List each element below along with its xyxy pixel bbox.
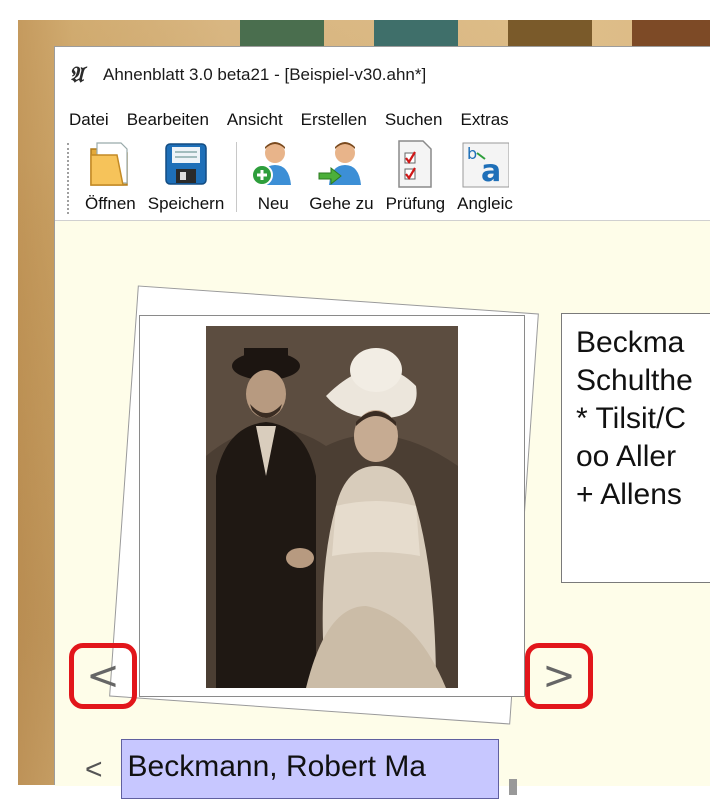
menu-bearbeiten[interactable]: Bearbeiten bbox=[127, 110, 209, 130]
previous-person-button[interactable]: < bbox=[85, 753, 103, 787]
person-photo bbox=[206, 326, 458, 688]
decorative-band bbox=[632, 20, 710, 46]
svg-text:a: a bbox=[481, 154, 501, 189]
photo-frame[interactable] bbox=[139, 315, 525, 697]
toolbar-grip[interactable] bbox=[67, 143, 70, 214]
app-window: 𝔄 Ahnenblatt 3.0 beta21 - [Beispiel-v30.… bbox=[54, 46, 710, 799]
info-line-marriage: oo Aller bbox=[576, 440, 677, 473]
window-title: Ahnenblatt 3.0 beta21 - [Beispiel-v30.ah… bbox=[103, 65, 427, 84]
decorative-band bbox=[240, 20, 324, 46]
goto-person-icon bbox=[317, 138, 365, 190]
menu-suchen[interactable]: Suchen bbox=[385, 110, 443, 130]
decorative-band bbox=[374, 20, 458, 46]
menu-ansicht[interactable]: Ansicht bbox=[227, 110, 283, 130]
new-person-button[interactable]: Neu bbox=[243, 136, 303, 220]
person-info-box[interactable]: Beckma Schulthe * Tilsit/C oo Aller + Al… bbox=[561, 313, 710, 583]
open-button-label: Öffnen bbox=[85, 194, 136, 213]
replace-button[interactable]: b a Angleic bbox=[451, 136, 513, 220]
check-button-label: Prüfung bbox=[385, 194, 446, 213]
svg-text:b: b bbox=[467, 144, 477, 163]
menu-erstellen[interactable]: Erstellen bbox=[301, 110, 367, 130]
app-logo-icon: 𝔄 bbox=[69, 62, 84, 88]
info-line-occupation: Schulthe bbox=[576, 364, 693, 397]
add-person-icon bbox=[249, 138, 297, 190]
floppy-disk-icon bbox=[162, 138, 210, 190]
person-selector: < Beckmann, Robert Ma bbox=[85, 739, 517, 799]
toolbar-separator bbox=[236, 142, 238, 212]
decorative-band bbox=[508, 20, 592, 46]
save-button-label: Speichern bbox=[147, 194, 225, 213]
goto-button[interactable]: Gehe zu bbox=[303, 136, 379, 220]
goto-button-label: Gehe zu bbox=[309, 194, 374, 213]
next-photo-button[interactable]: > bbox=[525, 643, 593, 709]
open-button[interactable]: Öffnen bbox=[79, 136, 142, 220]
previous-photo-button[interactable]: < bbox=[69, 643, 137, 709]
toolbar: Öffnen Speichern Neu Gehe zu Prüfung b a… bbox=[55, 137, 710, 221]
menu-bar: Datei Bearbeiten Ansicht Erstellen Suche… bbox=[55, 103, 710, 137]
content-area: Beckma Schulthe * Tilsit/C oo Aller + Al… bbox=[55, 221, 710, 799]
check-button[interactable]: Prüfung bbox=[380, 136, 452, 220]
info-line-birth: * Tilsit/C bbox=[576, 402, 687, 435]
title-bar[interactable]: 𝔄 Ahnenblatt 3.0 beta21 - [Beispiel-v30.… bbox=[55, 47, 710, 103]
menu-extras[interactable]: Extras bbox=[460, 110, 508, 130]
menu-datei[interactable]: Datei bbox=[69, 110, 109, 130]
person-name-field[interactable]: Beckmann, Robert Ma bbox=[120, 739, 499, 799]
replace-text-icon: b a bbox=[461, 138, 509, 190]
next-photo-label: > bbox=[542, 653, 576, 699]
folder-icon bbox=[86, 138, 134, 190]
previous-photo-label: < bbox=[86, 653, 120, 699]
info-line-name: Beckma bbox=[576, 326, 685, 359]
name-field-handle[interactable] bbox=[508, 779, 517, 795]
checklist-icon bbox=[391, 138, 439, 190]
save-button[interactable]: Speichern bbox=[142, 136, 231, 220]
replace-button-label: Angleic bbox=[457, 194, 513, 213]
info-line-death: + Allens bbox=[576, 478, 682, 511]
new-person-label: Neu bbox=[257, 194, 289, 213]
